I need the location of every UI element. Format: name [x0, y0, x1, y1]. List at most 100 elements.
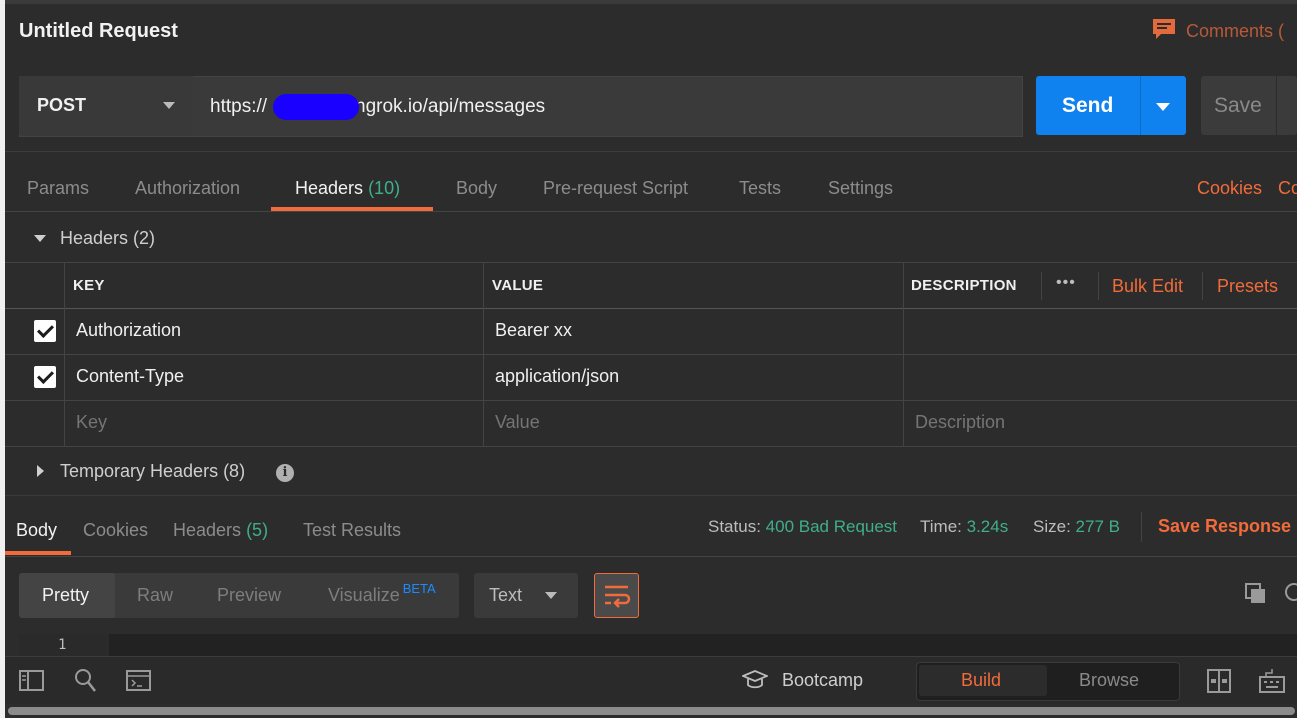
- view-mode-visualize[interactable]: Visualize BETA: [328, 581, 436, 606]
- bootcamp-icon[interactable]: [740, 669, 770, 696]
- redaction-mark: [273, 94, 359, 120]
- time-label: Time:: [920, 517, 962, 536]
- send-button[interactable]: Send: [1036, 76, 1186, 135]
- view-mode-preview[interactable]: Preview: [217, 585, 281, 606]
- search-icon[interactable]: [1283, 582, 1297, 611]
- response-body-editor[interactable]: [19, 634, 1297, 656]
- temporary-headers-title[interactable]: Temporary Headers (8): [60, 461, 245, 482]
- request-title[interactable]: Untitled Request: [19, 20, 178, 43]
- toolbar-divider: [1041, 272, 1042, 300]
- method-select[interactable]: POST: [19, 76, 193, 135]
- scrollbar-thumb[interactable]: [8, 707, 1295, 715]
- tab-settings[interactable]: Settings: [828, 178, 893, 199]
- wrap-lines-button[interactable]: [594, 573, 639, 618]
- new-key-input[interactable]: Key: [76, 412, 107, 433]
- table-row-border: [5, 354, 1297, 355]
- info-icon[interactable]: i: [276, 464, 294, 482]
- bulk-edit-link[interactable]: Bulk Edit: [1112, 276, 1183, 297]
- column-header-value: VALUE: [492, 277, 544, 294]
- visualize-label: Visualize: [328, 585, 400, 605]
- find-replace-icon[interactable]: [73, 668, 99, 694]
- response-tab-headers[interactable]: Headers (5): [173, 520, 268, 541]
- table-row-border: [5, 400, 1297, 401]
- send-options-chevron-icon[interactable]: [1156, 103, 1170, 111]
- save-button[interactable]: Save: [1201, 76, 1297, 135]
- status-value: 400 Bad Request: [765, 517, 898, 536]
- comment-icon: [1152, 18, 1176, 45]
- tab-headers[interactable]: Headers (10): [295, 178, 400, 199]
- response-time: Time: 3.24s: [920, 517, 1008, 537]
- column-divider: [483, 262, 484, 446]
- bootcamp-link[interactable]: Bootcamp: [782, 670, 863, 691]
- save-label: Save: [1214, 94, 1262, 117]
- new-description-input[interactable]: Description: [915, 412, 1005, 433]
- size-value: 277 B: [1075, 517, 1120, 536]
- column-header-key: KEY: [73, 277, 105, 294]
- table-header-border: [5, 308, 1297, 309]
- tab-params[interactable]: Params: [27, 178, 89, 199]
- comments-button[interactable]: Comments (: [1152, 18, 1284, 45]
- response-size: Size: 277 B: [1033, 517, 1120, 537]
- headers-section-title[interactable]: Headers (2): [60, 228, 155, 249]
- divider: [5, 151, 1297, 152]
- tab-authorization[interactable]: Authorization: [135, 178, 240, 199]
- save-response-button[interactable]: Save Response: [1158, 516, 1291, 537]
- toolbar-divider: [1098, 272, 1099, 300]
- tabs-divider: [5, 211, 1297, 212]
- tab-headers-label: Headers: [295, 178, 364, 198]
- tab-body[interactable]: Body: [456, 178, 497, 199]
- header-key-cell[interactable]: Content-Type: [76, 366, 184, 387]
- table-row-border: [5, 446, 1297, 447]
- send-label: Send: [1062, 94, 1114, 117]
- code-link[interactable]: Co: [1278, 178, 1297, 199]
- beta-badge: BETA: [402, 581, 436, 596]
- header-enabled-checkbox[interactable]: [34, 366, 56, 388]
- tab-tests[interactable]: Tests: [739, 178, 781, 199]
- response-tab-cookies[interactable]: Cookies: [83, 520, 148, 541]
- chevron-down-icon: [163, 102, 175, 109]
- view-mode-raw[interactable]: Raw: [137, 585, 173, 606]
- format-value: Text: [489, 585, 523, 605]
- header-key-cell[interactable]: Authorization: [76, 320, 181, 341]
- table-border: [5, 262, 1297, 263]
- header-enabled-checkbox[interactable]: [34, 320, 56, 342]
- url-input[interactable]: https:// ngrok.io/api/messages: [210, 96, 545, 118]
- header-value-cell[interactable]: Bearer xx: [495, 320, 572, 341]
- sidebar-toggle-icon[interactable]: [19, 668, 45, 694]
- response-status: Status: 400 Bad Request: [708, 517, 897, 537]
- window-left-edge: [0, 0, 5, 718]
- browse-mode-button[interactable]: Browse: [1079, 670, 1139, 691]
- send-divider: [1140, 76, 1141, 135]
- console-icon[interactable]: [126, 668, 152, 694]
- tab-pre-request-script[interactable]: Pre-request Script: [543, 178, 688, 199]
- column-divider: [903, 262, 904, 446]
- response-tabs-divider: [5, 556, 1297, 557]
- status-label: Status:: [708, 517, 761, 536]
- header-value-cell[interactable]: application/json: [495, 366, 619, 387]
- cookies-link[interactable]: Cookies: [1197, 178, 1262, 199]
- build-mode-button[interactable]: Build: [961, 670, 1001, 691]
- column-header-description: DESCRIPTION: [911, 277, 1017, 294]
- save-divider: [1276, 76, 1277, 135]
- tab-headers-count: (10): [368, 178, 401, 198]
- size-label: Size:: [1033, 517, 1071, 536]
- expand-triangle-icon[interactable]: [37, 465, 44, 477]
- response-tab-body[interactable]: Body: [16, 520, 57, 541]
- presets-dropdown[interactable]: Presets: [1217, 276, 1278, 297]
- keyboard-shortcuts-icon[interactable]: [1259, 668, 1285, 694]
- url-prefix: https://: [210, 96, 268, 117]
- status-divider: [1141, 512, 1142, 542]
- more-options-icon[interactable]: •••: [1056, 274, 1076, 292]
- view-mode-pretty[interactable]: Pretty: [42, 585, 89, 606]
- two-pane-view-icon[interactable]: [1206, 668, 1232, 694]
- url-suffix: ngrok.io/api/messages: [355, 96, 546, 117]
- response-tab-headers-label: Headers: [173, 520, 242, 540]
- new-value-input[interactable]: Value: [495, 412, 540, 433]
- collapse-triangle-icon[interactable]: [34, 235, 46, 242]
- copy-icon[interactable]: [1244, 582, 1268, 611]
- request-title-bar: [5, 4, 1297, 60]
- response-divider: [5, 495, 1297, 496]
- response-headers-count: (5): [246, 520, 269, 540]
- chevron-down-icon: [545, 592, 557, 599]
- response-tab-test-results[interactable]: Test Results: [303, 520, 401, 541]
